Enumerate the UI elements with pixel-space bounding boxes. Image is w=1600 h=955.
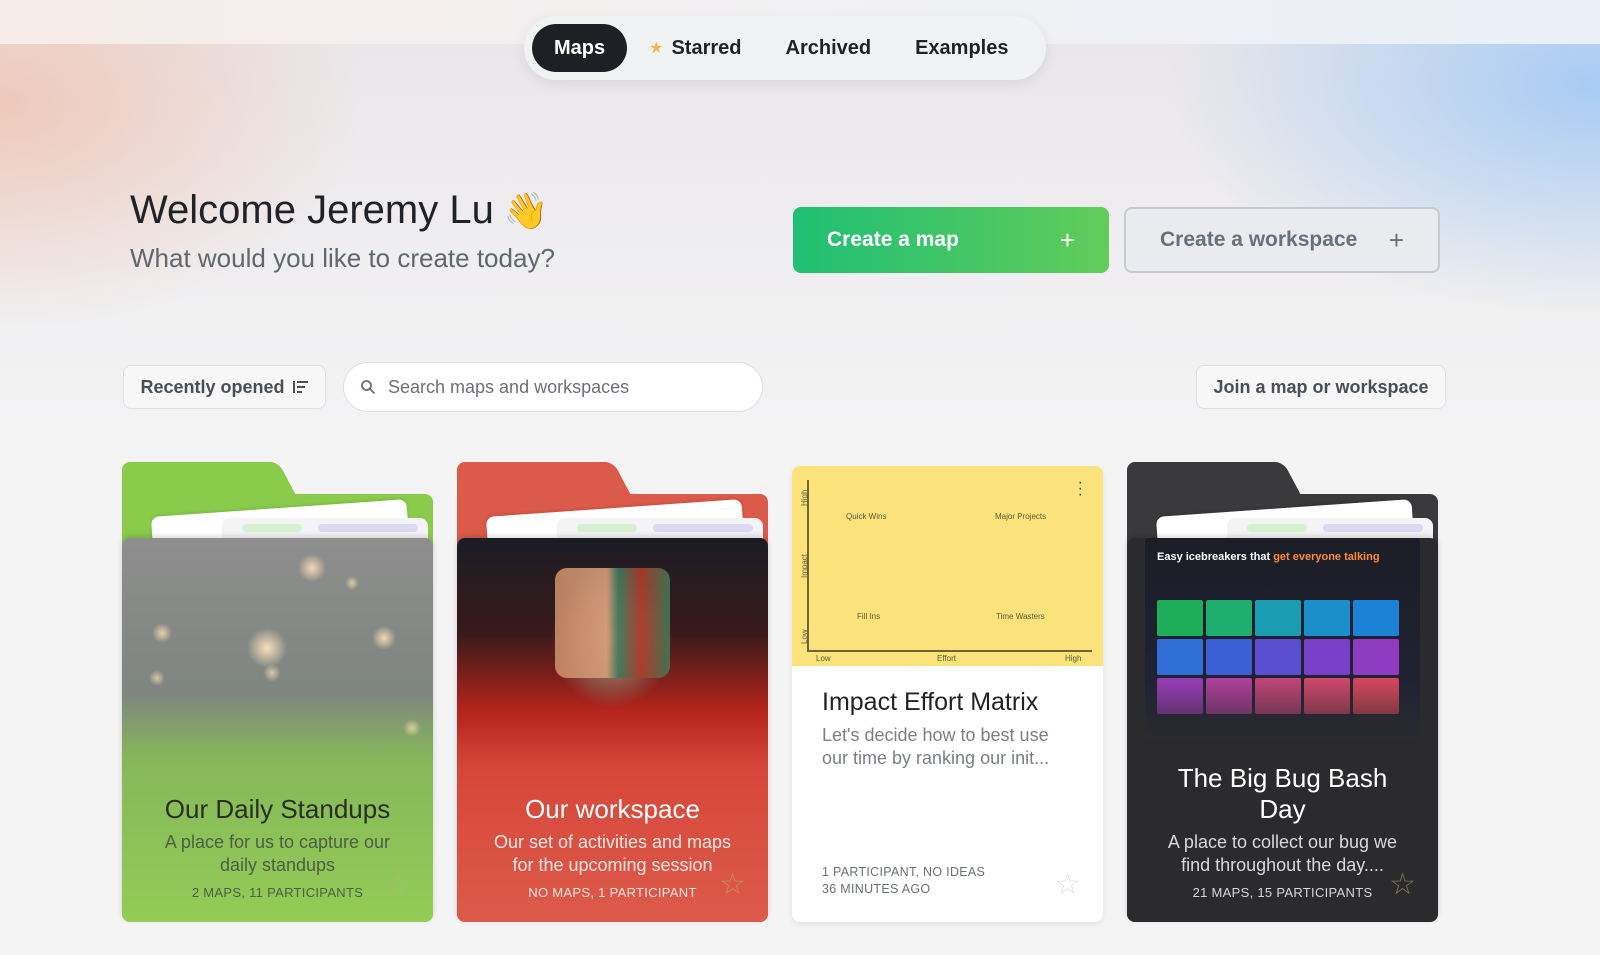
card-meta: 1 PARTICIPANT, NO IDEAS 36 MINUTES AGO <box>822 864 985 898</box>
card-description: A place for us to capture our daily stan… <box>164 832 391 875</box>
sort-label: Recently opened <box>140 376 285 397</box>
cover-artwork <box>555 568 670 678</box>
y-high-label: High <box>800 489 809 506</box>
workspace-card-big-bug-bash[interactable]: Easy icebreakers that get everyone talki… <box>1127 462 1438 922</box>
card-title: Our Daily Standups <box>164 794 391 824</box>
tab-starred-label: Starred <box>671 36 742 59</box>
card-meta-time: 36 MINUTES AGO <box>822 882 931 896</box>
search-icon <box>361 380 376 395</box>
tab-starred[interactable]: ★ Starred <box>627 24 763 72</box>
workspace-card-our-workspace[interactable]: Our workspace Our set of activities and … <box>457 462 768 922</box>
more-options-icon[interactable]: · · · <box>1078 475 1083 503</box>
quadrant-label: Major Projects <box>995 512 1047 521</box>
card-description: A place to collect our bug we find throu… <box>1167 832 1398 875</box>
y-axis-label: Impact <box>800 553 809 578</box>
x-low-label: Low <box>816 654 831 663</box>
x-axis <box>807 650 1092 652</box>
search-input[interactable] <box>388 376 728 398</box>
card-title: Impact Effort Matrix <box>822 688 1039 716</box>
card-meta: NO MAPS, 1 PARTICIPANT <box>528 885 697 900</box>
folder-front: Our Daily Standups A place for us to cap… <box>122 538 433 922</box>
waving-hand-icon: 👋 <box>503 189 549 231</box>
x-axis-label: Effort <box>937 654 956 663</box>
tab-examples[interactable]: Examples <box>893 24 1030 72</box>
tab-maps[interactable]: Maps <box>532 24 628 72</box>
plus-icon: + <box>1059 224 1075 255</box>
star-icon[interactable]: ☆ <box>1054 867 1081 902</box>
sort-icon <box>292 381 308 393</box>
tab-archived[interactable]: Archived <box>764 24 894 72</box>
star-icon[interactable]: ☆ <box>384 867 411 902</box>
star-icon[interactable]: ☆ <box>719 867 746 902</box>
welcome-text: Welcome Jeremy Lu <box>130 188 494 232</box>
card-description: Let's decide how to best use our time by… <box>822 725 1050 768</box>
card-title: The Big Bug Bash Day <box>1177 763 1388 824</box>
map-card-impact-effort-matrix[interactable]: High Impact Low Quick Wins Major Project… <box>792 462 1103 922</box>
folder-front: Easy icebreakers that get everyone talki… <box>1127 538 1438 922</box>
x-high-label: High <box>1065 654 1082 663</box>
search-box <box>343 362 763 412</box>
map-card-body: High Impact Low Quick Wins Major Project… <box>792 466 1103 922</box>
create-map-label: Create a map <box>827 228 959 251</box>
card-meta: 21 MAPS, 15 PARTICIPANTS <box>1192 885 1373 900</box>
cover-title-part: Easy icebreakers that <box>1157 551 1274 563</box>
quadrant-label: Time Wasters <box>996 612 1045 621</box>
sort-button[interactable]: Recently opened <box>123 365 326 409</box>
y-low-label: Low <box>800 629 809 644</box>
card-title: Our workspace <box>525 794 700 824</box>
welcome-subtitle: What would you like to create today? <box>130 243 555 273</box>
quadrant-label: Quick Wins <box>846 512 887 521</box>
plus-icon: + <box>1388 224 1404 255</box>
card-description: Our set of activities and maps for the u… <box>493 832 732 875</box>
quadrant-label: Fill Ins <box>857 612 881 621</box>
cover-title-highlight: get everyone talking <box>1273 551 1380 563</box>
create-workspace-button[interactable]: Create a workspace + <box>1124 207 1440 273</box>
cover-screenshot-title: Easy icebreakers that get everyone talki… <box>1157 550 1380 564</box>
card-text: Our Daily Standups A place for us to cap… <box>122 794 433 922</box>
card-text: Our workspace Our set of activities and … <box>457 794 768 922</box>
card-meta: 2 MAPS, 11 PARTICIPANTS <box>191 885 364 900</box>
star-icon: ★ <box>649 40 664 57</box>
star-icon[interactable]: ☆ <box>1389 867 1416 902</box>
main-tabs: Maps ★ Starred Archived Examples <box>524 16 1046 80</box>
card-meta-participants: 1 PARTICIPANT, NO IDEAS <box>822 865 986 879</box>
workspace-card-daily-standups[interactable]: Our Daily Standups A place for us to cap… <box>122 462 433 922</box>
join-button[interactable]: Join a map or workspace <box>1196 365 1446 409</box>
create-map-button[interactable]: Create a map + <box>793 207 1109 273</box>
folder-front: Our workspace Our set of activities and … <box>457 538 768 922</box>
create-workspace-label: Create a workspace <box>1160 228 1358 251</box>
welcome-title: Welcome Jeremy Lu 👋 <box>130 188 549 233</box>
matrix-preview: High Impact Low Quick Wins Major Project… <box>792 466 1103 666</box>
